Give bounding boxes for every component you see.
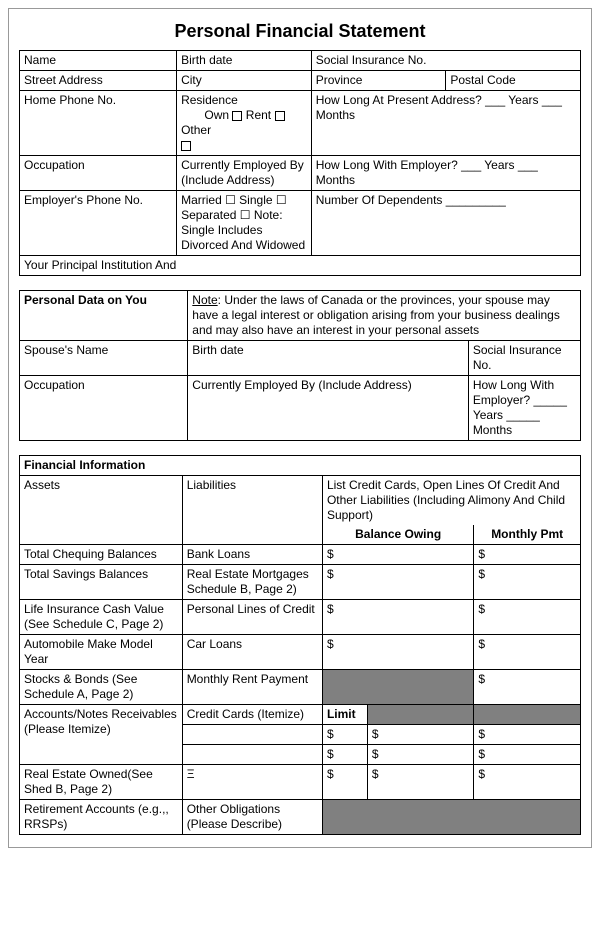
- liab-cc-row2[interactable]: [182, 745, 322, 765]
- label-liab-note: List Credit Cards, Open Lines Of Credit …: [322, 476, 580, 526]
- pmt-cc2[interactable]: $: [474, 745, 581, 765]
- asset-chequing: Total Chequing Balances: [20, 545, 183, 565]
- checkbox-own[interactable]: [232, 111, 242, 121]
- page-title: Personal Financial Statement: [19, 21, 581, 42]
- bal-3[interactable]: $: [322, 600, 473, 635]
- label-employed-by: Currently Employed By (Include Address): [177, 156, 312, 191]
- asset-lifeins: Life Insurance Cash Value (See Schedule …: [20, 600, 183, 635]
- label-own: Own: [204, 108, 229, 122]
- financial-table: Financial Information Assets Liabilities…: [19, 455, 581, 835]
- liab-bankloans: Bank Loans: [182, 545, 322, 565]
- label-howlong-emp: How Long With Employer? ___ Years ___ Mo…: [311, 156, 580, 191]
- liab-cc-row1[interactable]: [182, 725, 322, 745]
- header-financial: Financial Information: [20, 456, 581, 476]
- bal-1[interactable]: $: [322, 545, 473, 565]
- label-spouse-employed: Currently Employed By (Include Address): [188, 376, 469, 441]
- pmt-2[interactable]: $: [474, 565, 581, 600]
- col-limit: Limit: [322, 705, 367, 725]
- label-rent: Rent: [246, 108, 271, 122]
- checkbox-residence-extra[interactable]: [181, 141, 191, 151]
- label-name: Name: [20, 51, 177, 71]
- liab-xi: Ξ: [182, 765, 322, 800]
- limit-shade-2: [474, 705, 581, 725]
- liab-rent: Monthly Rent Payment: [182, 670, 322, 705]
- asset-receivables: Accounts/Notes Receivables (Please Itemi…: [20, 705, 183, 765]
- label-institution: Your Principal Institution And: [20, 256, 581, 276]
- label-other: Other: [181, 123, 211, 137]
- label-spouse-name: Spouse's Name: [20, 341, 188, 376]
- label-spouse-sin: Social Insurance No.: [468, 341, 580, 376]
- pmt-3[interactable]: $: [474, 600, 581, 635]
- label-birth: Birth date: [177, 51, 312, 71]
- liab-carloans: Car Loans: [182, 635, 322, 670]
- limit-2[interactable]: $: [322, 745, 367, 765]
- label-dependents: Number Of Dependents _________: [311, 191, 580, 256]
- bal-cc1[interactable]: $: [367, 725, 474, 745]
- spouse-info-table: Personal Data on You NoteNote: Under the…: [19, 290, 581, 441]
- liab-creditcards: Credit Cards (Itemize): [182, 705, 322, 725]
- label-spouse-howlong: How Long With Employer? _____ Years ____…: [468, 376, 580, 441]
- asset-savings: Total Savings Balances: [20, 565, 183, 600]
- shade-last: [322, 800, 580, 835]
- bal-4[interactable]: $: [322, 635, 473, 670]
- marital-cell: Married ☐ Single ☐ Separated ☐ Note: Sin…: [177, 191, 312, 256]
- asset-realestate: Real Estate Owned(See Shed B, Page 2): [20, 765, 183, 800]
- label-assets: Assets: [20, 476, 183, 545]
- note-underline: Note: [192, 293, 217, 307]
- col-balance-owing: Balance Owing: [322, 525, 473, 545]
- label-residence: Residence: [181, 93, 238, 107]
- bal-5-shade: [322, 670, 473, 705]
- label-postal: Postal Code: [446, 71, 581, 91]
- liab-mortgages: Real Estate Mortgages Schedule B, Page 2…: [182, 565, 322, 600]
- pmt-5[interactable]: $: [474, 670, 581, 705]
- label-howlong-addr: How Long At Present Address? ___ Years _…: [311, 91, 580, 156]
- label-sin: Social Insurance No.: [311, 51, 580, 71]
- label-occupation: Occupation: [20, 156, 177, 191]
- pmt-cc1[interactable]: $: [474, 725, 581, 745]
- label-employer-phone: Employer's Phone No.: [20, 191, 177, 256]
- bal-2[interactable]: $: [322, 565, 473, 600]
- limit-shade-1: [367, 705, 474, 725]
- residence-cell: Residence Own Rent Other: [177, 91, 312, 156]
- limit-1[interactable]: $: [322, 725, 367, 745]
- header-personal-data: Personal Data on You: [20, 291, 188, 341]
- label-province: Province: [311, 71, 446, 91]
- pmt-1[interactable]: $: [474, 545, 581, 565]
- liab-other: Other Obligations (Please Describe): [182, 800, 322, 835]
- checkbox-rent[interactable]: [275, 111, 285, 121]
- label-liabilities: Liabilities: [182, 476, 322, 545]
- pmt-7[interactable]: $: [474, 765, 581, 800]
- liab-personal-lines: Personal Lines of Credit: [182, 600, 322, 635]
- limit-3[interactable]: $: [322, 765, 367, 800]
- asset-auto: Automobile Make Model Year: [20, 635, 183, 670]
- note-spouse: NoteNote: Under the laws of Canada or th…: [188, 291, 581, 341]
- asset-retirement: Retirement Accounts (e.g.,, RRSPs): [20, 800, 183, 835]
- col-monthly-pmt: Monthly Pmt: [474, 525, 581, 545]
- bal-cc2[interactable]: $: [367, 745, 474, 765]
- label-street: Street Address: [20, 71, 177, 91]
- label-spouse-birth: Birth date: [188, 341, 469, 376]
- label-city: City: [177, 71, 312, 91]
- asset-stocks: Stocks & Bonds (See Schedule A, Page 2): [20, 670, 183, 705]
- bal-7[interactable]: $: [367, 765, 474, 800]
- pmt-4[interactable]: $: [474, 635, 581, 670]
- label-home-phone: Home Phone No.: [20, 91, 177, 156]
- personal-info-table: Name Birth date Social Insurance No. Str…: [19, 50, 581, 276]
- label-spouse-occupation: Occupation: [20, 376, 188, 441]
